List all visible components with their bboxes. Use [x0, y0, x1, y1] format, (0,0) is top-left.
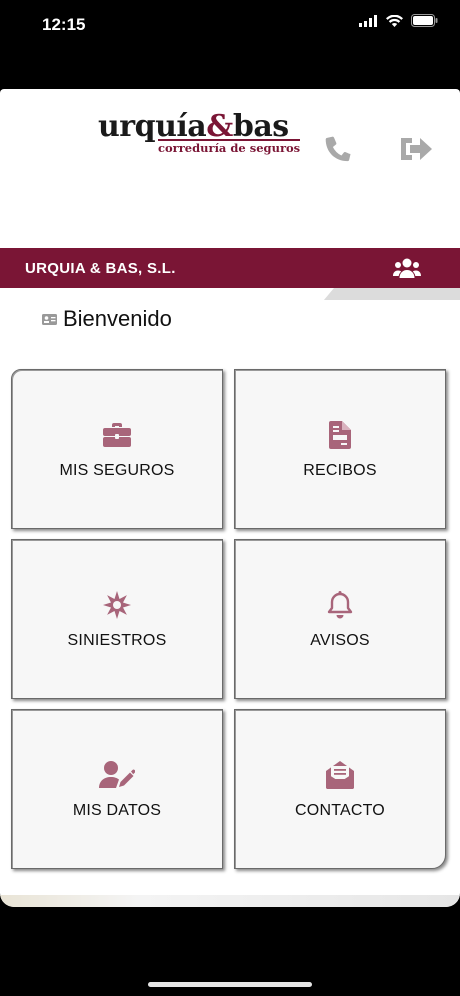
- tile-label: RECIBOS: [303, 462, 377, 479]
- tile-label: MIS SEGUROS: [59, 462, 175, 479]
- status-icons: [359, 14, 438, 27]
- id-card-icon: [42, 313, 57, 325]
- tile-siniestros[interactable]: SINIESTROS: [11, 539, 223, 699]
- briefcase-icon: [103, 423, 131, 447]
- battery-icon: [411, 14, 438, 27]
- tile-mis-datos[interactable]: MIS DATOS: [11, 709, 223, 869]
- burst-icon: [103, 591, 131, 619]
- status-time: 12:15: [42, 15, 86, 34]
- tile-contacto[interactable]: CONTACTO: [234, 709, 446, 869]
- tile-label: MIS DATOS: [72, 802, 162, 819]
- welcome-row: Bienvenido: [42, 306, 172, 332]
- app-header: urquía&bas correduría de seguros: [0, 89, 460, 247]
- signal-icon: [359, 14, 377, 27]
- status-bar: 12:15: [0, 0, 460, 52]
- logout-icon: [401, 138, 432, 160]
- logo: urquía&bas correduría de seguros: [98, 109, 301, 155]
- tile-label: AVISOS: [310, 632, 370, 649]
- logout-button[interactable]: [396, 129, 436, 169]
- company-bar: URQUIA & BAS, S.L.: [0, 248, 460, 288]
- bottom-strip: [0, 895, 460, 907]
- tile-label: CONTACTO: [295, 802, 385, 819]
- phone-icon: [325, 136, 351, 162]
- tile-mis-seguros[interactable]: MIS SEGUROS: [11, 369, 223, 529]
- call-button[interactable]: [318, 129, 358, 169]
- home-indicator[interactable]: [148, 982, 312, 987]
- decorative-stripe: [323, 288, 460, 300]
- welcome-text: Bienvenido: [63, 306, 172, 331]
- users-icon: [393, 258, 421, 278]
- logo-tagline: correduría de seguros: [158, 139, 301, 155]
- user-edit-icon: [99, 761, 135, 788]
- tile-recibos[interactable]: RECIBOS: [234, 369, 446, 529]
- document-icon: [329, 421, 351, 449]
- company-name: URQUIA & BAS, S.L.: [25, 260, 176, 277]
- tile-label: SINIESTROS: [67, 632, 167, 649]
- menu-grid: MIS SEGUROS RECIBOS SINIESTROS AVISOS MI…: [11, 369, 449, 872]
- switch-company-button[interactable]: [393, 257, 421, 279]
- wifi-icon: [386, 14, 403, 27]
- bell-icon: [327, 591, 353, 619]
- envelope-open-icon: [326, 761, 354, 789]
- tile-avisos[interactable]: AVISOS: [234, 539, 446, 699]
- app-screen: urquía&bas correduría de seguros URQUIA …: [0, 89, 460, 907]
